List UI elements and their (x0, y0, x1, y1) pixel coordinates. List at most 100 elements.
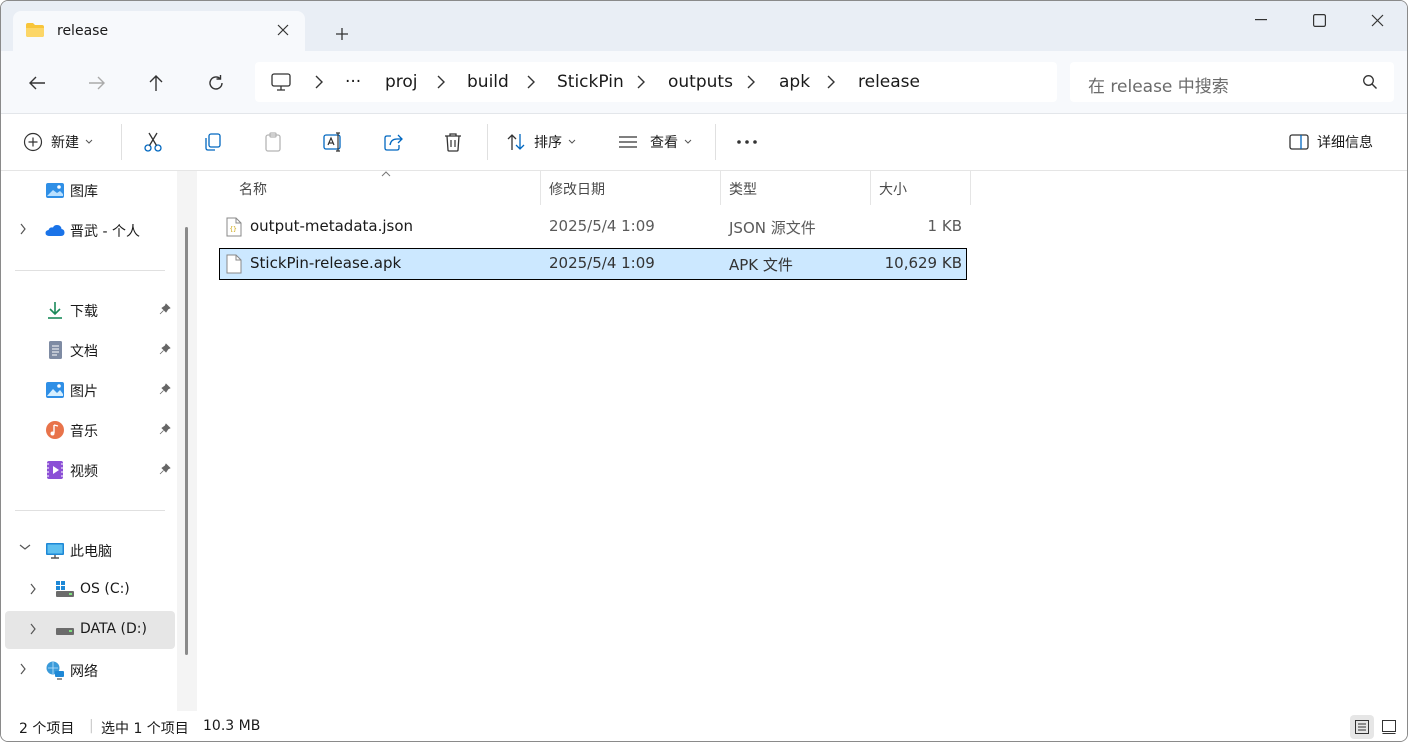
chevron-right-icon[interactable] (525, 74, 537, 90)
sidebar-item-pictures[interactable]: 图片 (5, 371, 175, 409)
new-tab-icon[interactable] (331, 23, 353, 45)
column-header-name[interactable]: 名称 (239, 179, 267, 199)
chevron-right-icon[interactable] (635, 74, 647, 90)
share-icon (384, 134, 403, 151)
pin-icon[interactable] (159, 303, 171, 315)
share-button[interactable] (382, 128, 404, 156)
file-name: StickPin-release.apk (250, 254, 402, 272)
sidebar-item-label: 图库 (70, 184, 98, 200)
list-view-icon (619, 136, 637, 148)
sidebar-item-network[interactable]: 网络 (5, 651, 175, 689)
up-arrow-icon[interactable] (142, 69, 170, 97)
status-bar: 2 个项目 | 选中 1 个项目 10.3 MB (1, 711, 1407, 741)
search-icon[interactable] (1362, 74, 1378, 90)
column-header-modified[interactable]: 修改日期 (549, 179, 605, 199)
chevron-right-icon[interactable] (435, 74, 447, 90)
column-divider[interactable] (870, 171, 871, 205)
column-divider[interactable] (720, 171, 721, 205)
maximize-icon[interactable] (1289, 1, 1349, 39)
tiles-view-button[interactable] (1377, 715, 1401, 739)
rename-button[interactable] (322, 128, 344, 156)
pin-icon[interactable] (159, 423, 171, 435)
sidebar-item-videos[interactable]: 视频 (5, 451, 175, 489)
divider (15, 270, 165, 271)
search-placeholder[interactable]: 在 release 中搜索 (1088, 72, 1229, 97)
chevron-right-icon[interactable] (29, 583, 37, 595)
pin-icon[interactable] (159, 383, 171, 395)
sidebar-item-label: 视频 (70, 464, 98, 480)
sidebar-item-drive-c[interactable]: OS (C:) (5, 571, 175, 609)
sidebar-item-label: 文档 (70, 344, 98, 360)
title-bar: release (1, 1, 1407, 51)
pin-icon[interactable] (159, 343, 171, 355)
crumb-build[interactable]: build (467, 72, 509, 92)
sidebar-item-gallery[interactable]: 图库 (5, 171, 175, 209)
sidebar-item-onedrive[interactable]: 晋武 - 个人 (5, 211, 175, 249)
chevron-right-icon[interactable] (825, 74, 837, 90)
selected-size: 10.3 MB (203, 718, 261, 734)
sidebar-item-documents[interactable]: 文档 (5, 331, 175, 369)
crumb-proj[interactable]: proj (385, 72, 418, 92)
more-button[interactable] (736, 128, 758, 156)
item-count: 2 个项目 (19, 721, 75, 737)
sidebar-item-label: 音乐 (70, 424, 98, 440)
sidebar-item-downloads[interactable]: 下载 (5, 291, 175, 329)
scrollbar-thumb[interactable] (185, 227, 188, 655)
sidebar-item-music[interactable]: 音乐 (5, 411, 175, 449)
divider (715, 124, 716, 160)
forward-arrow-icon[interactable] (83, 69, 111, 97)
copy-button[interactable] (202, 128, 224, 156)
crumb-apk[interactable]: apk (779, 72, 810, 92)
download-icon (48, 302, 62, 319)
sort-label: 排序 (534, 135, 562, 151)
details-button[interactable]: 详细信息 (1289, 128, 1373, 156)
column-header-type[interactable]: 类型 (729, 179, 757, 199)
system-drive-icon (56, 581, 74, 597)
close-tab-icon[interactable] (273, 20, 293, 40)
gallery-icon (46, 183, 64, 198)
chevron-right-icon[interactable] (313, 74, 325, 90)
file-type: APK 文件 (729, 256, 793, 274)
chevron-right-icon[interactable] (19, 223, 27, 235)
sidebar-item-this-pc[interactable]: 此电脑 (5, 531, 175, 569)
crumb-outputs[interactable]: outputs (668, 72, 733, 92)
crumb-stickpin[interactable]: StickPin (557, 72, 624, 92)
file-modified: 2025/5/4 1:09 (549, 217, 655, 235)
chevron-right-icon[interactable] (19, 663, 27, 675)
cut-button[interactable] (142, 128, 164, 156)
address-bar[interactable]: ··· proj build StickPin outputs apk rele… (255, 62, 1057, 102)
column-divider[interactable] (540, 171, 541, 205)
close-window-icon[interactable] (1347, 1, 1407, 39)
json-file-icon: {} (226, 217, 242, 237)
file-row-selected[interactable]: StickPin-release.apk 2025/5/4 1:09 APK 文… (219, 248, 967, 280)
minimize-icon[interactable] (1231, 1, 1291, 39)
sidebar-scrollbar[interactable] (177, 171, 197, 711)
divider (15, 510, 165, 511)
column-header-size[interactable]: 大小 (879, 179, 907, 199)
file-row[interactable]: {} output-metadata.json 2025/5/4 1:09 JS… (220, 212, 966, 242)
address-overflow[interactable]: ··· (345, 72, 361, 92)
new-button[interactable]: 新建 (23, 128, 93, 156)
music-icon (46, 421, 64, 439)
pin-icon[interactable] (159, 463, 171, 475)
view-button[interactable]: 查看 (618, 128, 692, 156)
refresh-icon[interactable] (202, 69, 230, 97)
document-icon (49, 341, 62, 359)
back-arrow-icon[interactable] (23, 69, 51, 97)
file-icon (226, 254, 242, 274)
search-box[interactable]: 在 release 中搜索 (1070, 62, 1394, 102)
delete-button[interactable] (442, 128, 464, 156)
paste-button[interactable] (262, 128, 284, 156)
sort-button[interactable]: 排序 (506, 128, 576, 156)
details-view-button[interactable] (1350, 715, 1374, 739)
chevron-down-icon[interactable] (19, 543, 31, 551)
pc-icon[interactable] (271, 73, 291, 91)
column-divider[interactable] (970, 171, 971, 205)
tab-release[interactable]: release (13, 11, 305, 51)
details-pane-icon (1289, 134, 1309, 150)
crumb-release[interactable]: release (858, 72, 920, 92)
chevron-right-icon[interactable] (745, 74, 757, 90)
chevron-down-icon (568, 139, 576, 144)
chevron-right-icon[interactable] (29, 623, 37, 635)
sidebar-item-drive-d[interactable]: DATA (D:) (5, 611, 175, 649)
